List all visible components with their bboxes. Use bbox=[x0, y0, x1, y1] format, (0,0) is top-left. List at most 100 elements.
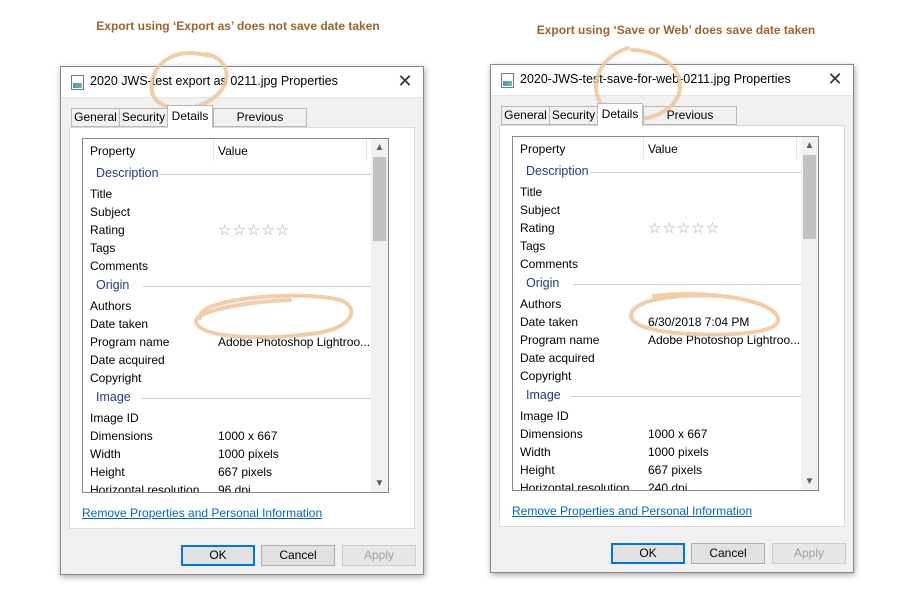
divider bbox=[141, 398, 379, 399]
row-comments[interactable]: Comments bbox=[83, 257, 383, 275]
property-rows: Description Title Subject Rating ☆☆☆☆☆ Ta… bbox=[513, 161, 813, 491]
section-origin: Origin bbox=[513, 273, 813, 295]
row-date-acquired[interactable]: Date acquired bbox=[83, 351, 383, 369]
tab-details[interactable]: Details bbox=[167, 105, 213, 128]
vertical-scrollbar[interactable]: ▲ ▼ bbox=[801, 137, 818, 490]
row-date-taken[interactable]: Date taken bbox=[83, 315, 383, 333]
row-dimensions[interactable]: Dimensions 1000 x 667 bbox=[513, 425, 813, 443]
caption-left: Export using ‘Export as’ does not save d… bbox=[96, 19, 380, 33]
property-label: Width bbox=[520, 445, 551, 459]
column-header-value[interactable]: Value bbox=[218, 144, 248, 158]
scroll-thumb[interactable] bbox=[373, 157, 386, 241]
section-description: Description bbox=[83, 163, 383, 185]
property-label: Authors bbox=[90, 299, 132, 313]
column-divider bbox=[796, 137, 797, 159]
property-label: Image ID bbox=[90, 411, 139, 425]
property-value: Adobe Photoshop Lightroo... bbox=[648, 333, 801, 347]
property-label: Dimensions bbox=[90, 429, 153, 443]
property-label: Horizontal resolution bbox=[90, 483, 200, 493]
remove-properties-link[interactable]: Remove Properties and Personal Informati… bbox=[82, 506, 322, 520]
title-bar[interactable]: 2020 JWS-test export as 0211.jpg Propert… bbox=[61, 67, 423, 98]
divider bbox=[160, 174, 379, 175]
row-horizontal-resolution[interactable]: Horizontal resolution 96 dpi bbox=[83, 481, 383, 493]
row-program-name[interactable]: Program name Adobe Photoshop Lightroo... bbox=[83, 333, 383, 351]
cancel-button[interactable]: Cancel bbox=[261, 545, 335, 566]
ok-button[interactable]: OK bbox=[611, 543, 685, 564]
column-header-property[interactable]: Property bbox=[90, 144, 135, 158]
tab-previous-versions[interactable]: Previous Versions bbox=[213, 108, 307, 141]
row-date-taken[interactable]: Date taken 6/30/2018 7:04 PM bbox=[513, 313, 813, 331]
apply-button[interactable]: Apply bbox=[342, 545, 416, 566]
scroll-down-arrow-icon[interactable]: ▼ bbox=[801, 473, 818, 490]
row-copyright[interactable]: Copyright bbox=[83, 369, 383, 387]
vertical-scrollbar[interactable]: ▲ ▼ bbox=[371, 139, 388, 492]
property-value: 667 pixels bbox=[648, 463, 703, 477]
property-label: Authors bbox=[520, 297, 562, 311]
row-rating[interactable]: Rating ☆☆☆☆☆ bbox=[83, 221, 383, 239]
row-height[interactable]: Height 667 pixels bbox=[83, 463, 383, 481]
apply-button[interactable]: Apply bbox=[772, 543, 846, 564]
row-width[interactable]: Width 1000 pixels bbox=[83, 445, 383, 463]
row-width[interactable]: Width 1000 pixels bbox=[513, 443, 813, 461]
scroll-down-arrow-icon[interactable]: ▼ bbox=[371, 475, 388, 492]
row-subject[interactable]: Subject bbox=[513, 201, 813, 219]
row-comments[interactable]: Comments bbox=[513, 255, 813, 273]
row-date-acquired[interactable]: Date acquired bbox=[513, 349, 813, 367]
property-value: 1000 x 667 bbox=[218, 429, 278, 443]
row-image-id[interactable]: Image ID bbox=[513, 407, 813, 425]
section-heading: Image bbox=[96, 390, 131, 404]
tab-details[interactable]: Details bbox=[597, 103, 643, 126]
divider bbox=[571, 396, 809, 397]
row-title[interactable]: Title bbox=[513, 183, 813, 201]
column-header-value[interactable]: Value bbox=[648, 142, 678, 156]
section-heading: Image bbox=[526, 388, 561, 402]
row-title[interactable]: Title bbox=[83, 185, 383, 203]
row-rating[interactable]: Rating ☆☆☆☆☆ bbox=[513, 219, 813, 237]
tab-previous-versions[interactable]: Previous Versions bbox=[643, 106, 737, 139]
divider bbox=[590, 172, 809, 173]
row-image-id[interactable]: Image ID bbox=[83, 409, 383, 427]
property-value: Adobe Photoshop Lightroo... bbox=[218, 335, 371, 349]
property-label: Title bbox=[520, 185, 543, 199]
section-heading: Description bbox=[96, 166, 159, 180]
scroll-up-arrow-icon[interactable]: ▲ bbox=[801, 137, 818, 154]
property-label: Horizontal resolution bbox=[520, 481, 630, 491]
property-value: 667 pixels bbox=[218, 465, 273, 479]
rating-stars[interactable]: ☆☆☆☆☆ bbox=[218, 221, 290, 239]
column-header-property[interactable]: Property bbox=[520, 142, 565, 156]
row-height[interactable]: Height 667 pixels bbox=[513, 461, 813, 479]
scroll-thumb[interactable] bbox=[803, 155, 816, 239]
cancel-button[interactable]: Cancel bbox=[691, 543, 765, 564]
tab-general[interactable]: General bbox=[501, 106, 550, 125]
row-copyright[interactable]: Copyright bbox=[513, 367, 813, 385]
close-button[interactable]: ✕ bbox=[824, 68, 846, 90]
title-bar[interactable]: 2020-JWS-test-save-for-web-0211.jpg Prop… bbox=[491, 65, 853, 96]
row-tags[interactable]: Tags bbox=[513, 237, 813, 255]
remove-properties-link[interactable]: Remove Properties and Personal Informati… bbox=[512, 504, 752, 518]
row-authors[interactable]: Authors bbox=[513, 295, 813, 313]
row-authors[interactable]: Authors bbox=[83, 297, 383, 315]
property-list[interactable]: Property Value Description Title Subject… bbox=[512, 136, 819, 491]
row-tags[interactable]: Tags bbox=[83, 239, 383, 257]
property-list[interactable]: Property Value Description Title Subject… bbox=[82, 138, 389, 493]
rating-stars[interactable]: ☆☆☆☆☆ bbox=[648, 219, 720, 237]
window-title: 2020-JWS-test-save-for-web-0211.jpg Prop… bbox=[520, 72, 791, 86]
row-dimensions[interactable]: Dimensions 1000 x 667 bbox=[83, 427, 383, 445]
scroll-up-arrow-icon[interactable]: ▲ bbox=[371, 139, 388, 156]
property-label: Rating bbox=[90, 223, 125, 237]
row-program-name[interactable]: Program name Adobe Photoshop Lightroo... bbox=[513, 331, 813, 349]
property-label: Program name bbox=[520, 333, 600, 347]
ok-button[interactable]: OK bbox=[181, 545, 255, 566]
row-subject[interactable]: Subject bbox=[83, 203, 383, 221]
divider bbox=[573, 284, 809, 285]
property-label: Tags bbox=[520, 239, 546, 253]
tab-general[interactable]: General bbox=[71, 108, 120, 127]
property-label: Subject bbox=[90, 205, 131, 219]
property-label: Title bbox=[90, 187, 113, 201]
row-horizontal-resolution[interactable]: Horizontal resolution 240 dpi bbox=[513, 479, 813, 491]
section-heading: Description bbox=[526, 164, 589, 178]
section-image: Image bbox=[83, 387, 383, 409]
close-button[interactable]: ✕ bbox=[394, 70, 416, 92]
tab-security[interactable]: Security bbox=[119, 108, 168, 127]
tab-security[interactable]: Security bbox=[549, 106, 598, 125]
